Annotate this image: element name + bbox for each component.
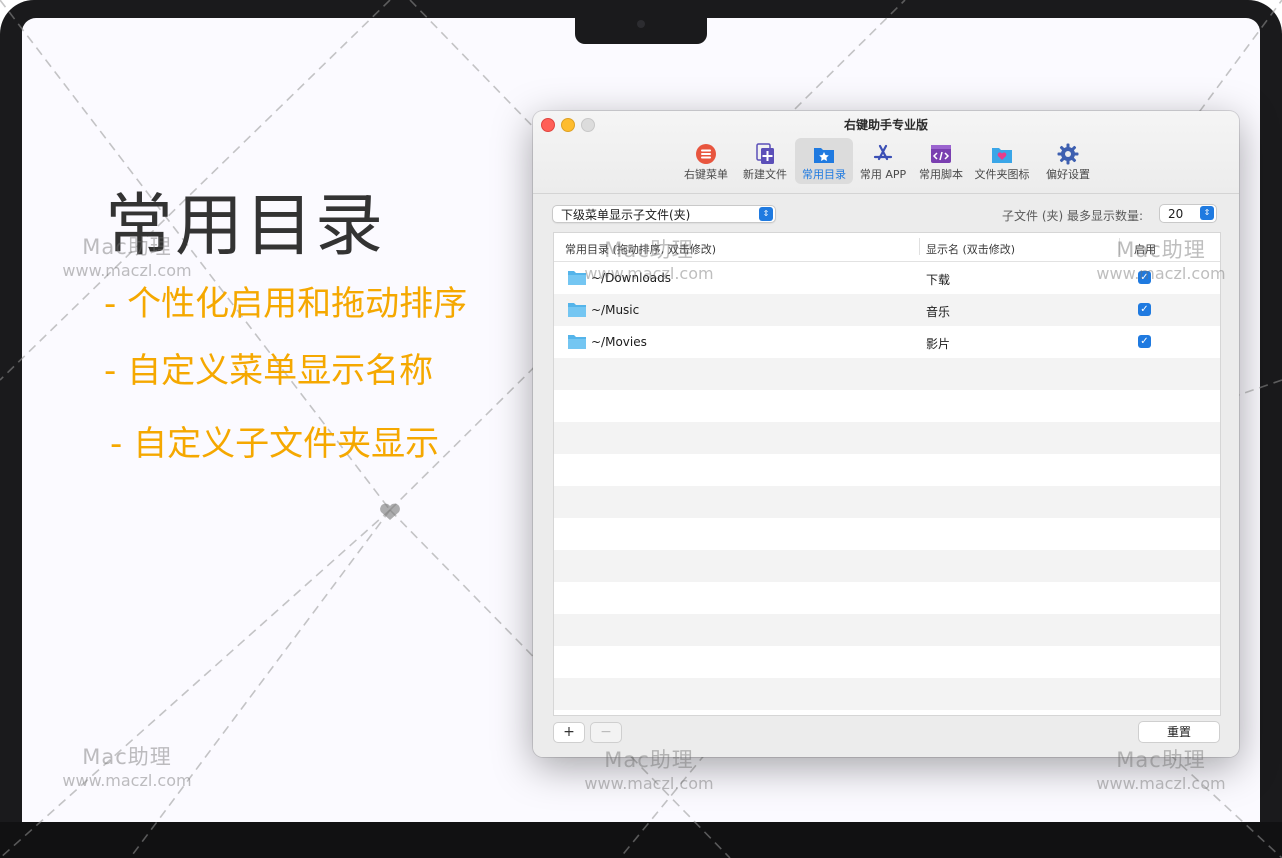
watermark-site: www.maczl.com: [62, 771, 192, 790]
display-name-cell[interactable]: 下载: [926, 271, 950, 288]
table-row[interactable]: ~/Movies 影片 ✓: [554, 326, 1220, 358]
watermark-brand: Mac助理: [604, 748, 694, 772]
empty-row: [554, 646, 1220, 678]
camera-icon: [637, 20, 645, 28]
script-icon: [931, 145, 951, 163]
gear-icon: [1057, 143, 1079, 165]
max-count-label: 子文件 (夹) 最多显示数量:: [1002, 209, 1144, 223]
max-count-value: 20: [1168, 207, 1184, 221]
folder-icon: [568, 303, 586, 317]
empty-row: [554, 390, 1220, 422]
display-name-cell[interactable]: 音乐: [926, 303, 950, 320]
watermark-brand: Mac助理: [82, 745, 172, 769]
column-divider: [919, 238, 920, 255]
chevron-updown-icon: ⇕: [759, 207, 773, 221]
tab-common-app[interactable]: 常用 APP: [855, 138, 911, 184]
watermark-brand: Mac助理: [604, 238, 694, 262]
tab-label: 常用脚本: [919, 168, 963, 181]
tab-label: 常用 APP: [859, 168, 907, 181]
select-value: 下级菜单显示子文件(夹): [561, 208, 691, 222]
tab-label: 偏好设置: [1046, 168, 1090, 181]
feature-1: - 个性化启用和拖动排序: [104, 284, 468, 324]
empty-row: [554, 678, 1220, 710]
table-row[interactable]: ~/Music 音乐 ✓: [554, 294, 1220, 326]
tab-context-menu[interactable]: 右键菜单: [676, 138, 736, 184]
chevron-updown-icon: ⇕: [1200, 206, 1214, 220]
feature-2: - 自定义菜单显示名称: [104, 351, 434, 391]
watermark-site: www.maczl.com: [1096, 264, 1226, 283]
enabled-checkbox[interactable]: ✓: [1138, 335, 1151, 348]
list-icon: [696, 144, 716, 164]
watermark-site: www.maczl.com: [584, 774, 714, 793]
empty-row: [554, 614, 1220, 646]
watermark: Mac助理 www.maczl.com: [574, 744, 724, 793]
display-name-cell[interactable]: 影片: [926, 335, 950, 352]
tab-common-dirs[interactable]: 常用目录: [795, 138, 853, 184]
tab-common-scripts[interactable]: 常用脚本: [913, 138, 969, 184]
empty-row: [554, 550, 1220, 582]
empty-row: [554, 486, 1220, 518]
window-title: 右键助手专业版: [843, 118, 928, 132]
app-window: 右键助手专业版 右键菜单 新建文件 常用目录 常用 APP 常用脚本 文件夹图标…: [533, 111, 1239, 757]
directory-cell: ~/Music: [568, 302, 639, 317]
watermark: Mac助理 www.maczl.com: [52, 231, 202, 280]
watermark-site: www.maczl.com: [62, 261, 192, 280]
tab-preferences[interactable]: 偏好设置: [1040, 138, 1096, 184]
laptop-bottom-edge: [0, 822, 1282, 858]
folder-star-icon: [814, 148, 834, 163]
empty-row: [554, 582, 1220, 614]
feature-3: - 自定义子文件夹显示: [110, 424, 440, 464]
directories-table: 常用目录 (拖动排序, 双击修改) 显示名 (双击修改) 启用 ~/Downlo…: [553, 232, 1221, 716]
empty-row: [554, 358, 1220, 390]
folder-heart-icon: [992, 148, 1012, 163]
max-count-select[interactable]: 20 ⇕: [1159, 204, 1217, 223]
watermark-site: www.maczl.com: [584, 264, 714, 283]
watermark-site: www.maczl.com: [1096, 774, 1226, 793]
empty-row: [554, 518, 1220, 550]
watermark: Mac助理 www.maczl.com: [52, 741, 202, 790]
tab-label: 文件夹图标: [974, 168, 1030, 181]
add-directory-button[interactable]: +: [553, 722, 585, 743]
watermark-brand: Mac助理: [1116, 238, 1206, 262]
table-body: ~/Downloads 下载 ✓ ~/Music 音乐 ✓ ~/Movies 影…: [554, 262, 1220, 710]
app-store-icon: [873, 144, 893, 161]
folder-icon: [568, 335, 586, 349]
title-bar: 右键助手专业版 右键菜单 新建文件 常用目录 常用 APP 常用脚本 文件夹图标…: [533, 111, 1239, 194]
tab-new-file[interactable]: 新建文件: [736, 138, 794, 184]
tab-label: 常用目录: [802, 168, 846, 181]
new-file-icon: [756, 143, 774, 164]
empty-row: [554, 454, 1220, 486]
directory-path: ~/Movies: [591, 335, 647, 349]
watermark: Mac助理 www.maczl.com: [1086, 234, 1236, 283]
tab-folder-icons[interactable]: 文件夹图标: [970, 138, 1034, 184]
directory-path: ~/Music: [591, 303, 640, 317]
column-header-display-name[interactable]: 显示名 (双击修改): [926, 241, 1015, 257]
tab-label: 右键菜单: [684, 168, 728, 181]
watermark-brand: Mac助理: [82, 235, 172, 259]
submenu-mode-select[interactable]: 下级菜单显示子文件(夹) ⇕: [552, 205, 776, 223]
remove-directory-button[interactable]: −: [590, 722, 622, 743]
watermark-brand: Mac助理: [1116, 748, 1206, 772]
watermark: Mac助理 www.maczl.com: [574, 234, 724, 283]
empty-row: [554, 422, 1220, 454]
tab-label: 新建文件: [743, 168, 787, 181]
reset-button[interactable]: 重置: [1138, 721, 1220, 743]
watermark: Mac助理 www.maczl.com: [1086, 744, 1236, 793]
directory-cell: ~/Movies: [568, 334, 647, 349]
enabled-checkbox[interactable]: ✓: [1138, 303, 1151, 316]
